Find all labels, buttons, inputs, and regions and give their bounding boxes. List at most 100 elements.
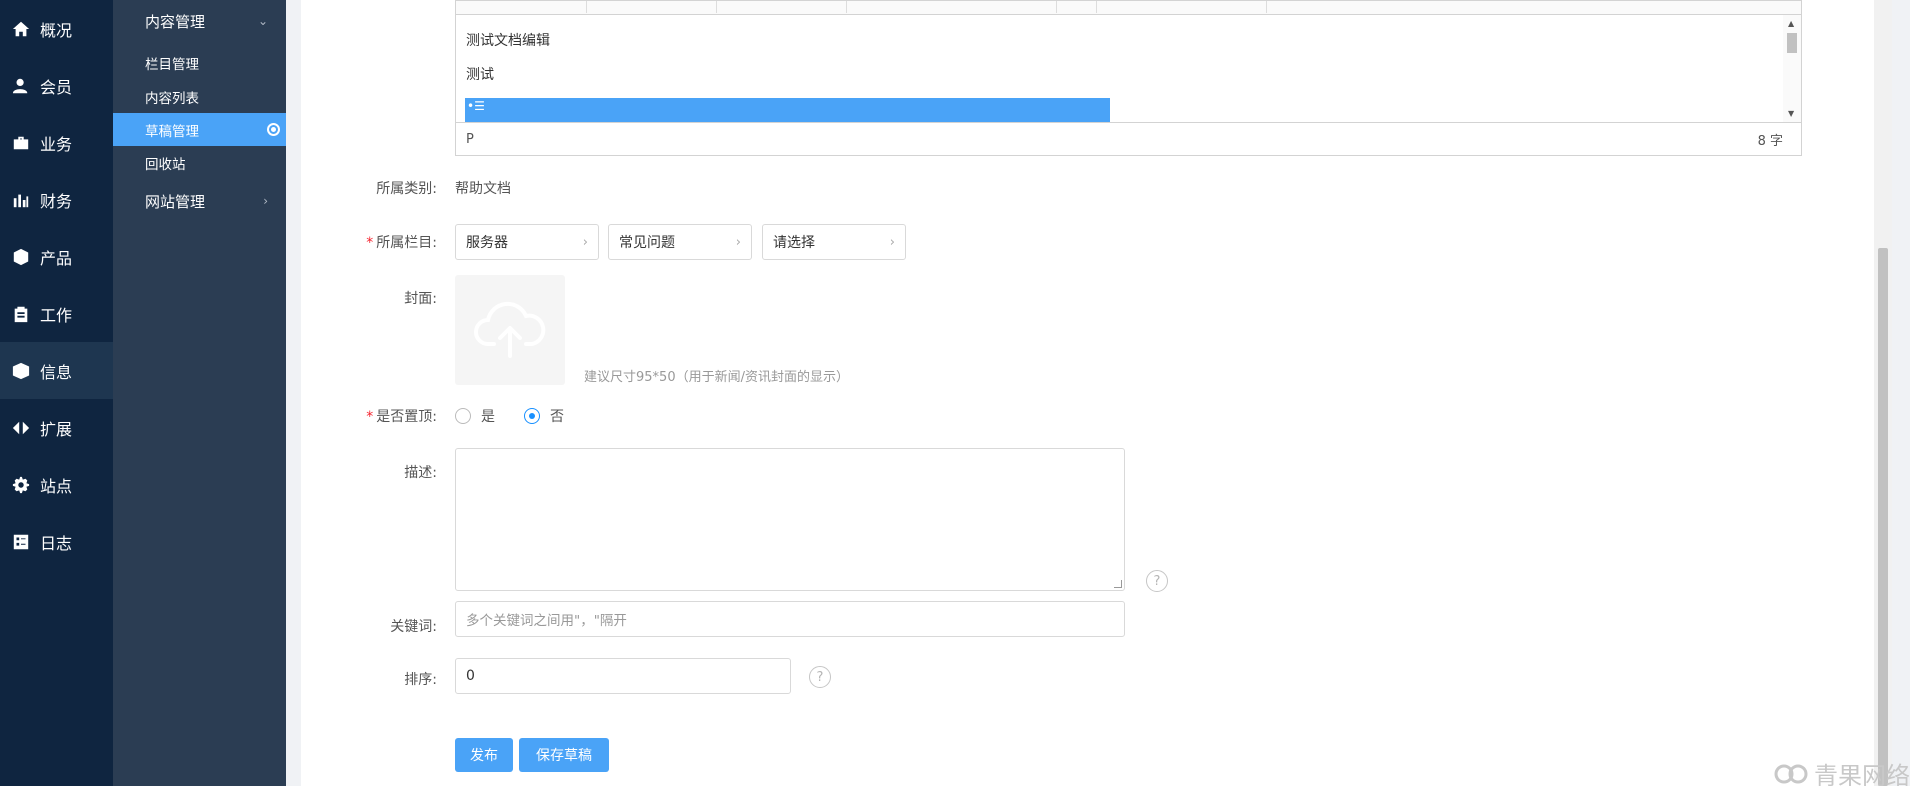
watermark: 青果网络 [1772, 756, 1910, 786]
nav-item-label: 回收站 [145, 156, 186, 173]
sort-help-icon[interactable]: ? [809, 666, 831, 688]
nav-item-label: 概况 [40, 20, 73, 40]
chevron-right-icon: › [582, 234, 588, 250]
column-select-2[interactable]: 常见问题 › [608, 224, 752, 260]
editor-selected-list[interactable]: •☰ [465, 98, 1110, 122]
nav-item-label: 草稿管理 [145, 123, 199, 140]
toolbar-divider [716, 1, 717, 13]
resize-grip-icon[interactable] [1114, 580, 1122, 588]
watermark-text: 青果网络 [1814, 762, 1910, 786]
clipboard-icon [12, 305, 30, 323]
radio-circle[interactable] [524, 408, 540, 424]
cloud-upload-icon [474, 301, 546, 358]
cover-label: 封面: [404, 291, 437, 307]
page-scrollbar-thumb[interactable] [1878, 248, 1888, 786]
nav-item-extensions[interactable]: 扩展 [0, 399, 113, 456]
chevron-right-icon: › [735, 234, 741, 250]
sort-input[interactable]: 0 [455, 658, 791, 694]
user-icon [12, 77, 30, 95]
nav-item-business[interactable]: 业务 [0, 114, 113, 171]
nav-item-label: 业务 [40, 134, 73, 154]
cover-upload[interactable] [455, 275, 565, 385]
sticky-label: * 是否置顶: [366, 409, 437, 425]
keywords-input[interactable]: 多个关键词之间用"，"隔开 [455, 601, 1125, 637]
scroll-down-arrow-icon[interactable]: ▼ [1788, 109, 1794, 118]
nav-item-label: 日志 [40, 533, 73, 553]
nav-item-label: 栏目管理 [145, 56, 199, 73]
required-asterisk: * [366, 409, 374, 425]
nav-item-drafts[interactable]: 草稿管理 [113, 113, 286, 146]
radio-circle[interactable] [455, 408, 471, 424]
description-label: 描述: [404, 465, 437, 481]
nav-item-label: 内容列表 [145, 90, 199, 107]
nav-item-site[interactable]: 站点 [0, 456, 113, 513]
nav-item-label: 财务 [40, 191, 73, 211]
nav-item-label: 产品 [40, 248, 73, 268]
nav-item-logs[interactable]: 日志 [0, 513, 113, 570]
toolbar-divider [1096, 1, 1097, 13]
nav-item-label: 信息 [40, 362, 73, 382]
checklist-icon [12, 533, 30, 551]
briefcase-icon [12, 134, 30, 152]
nav-item-label: 工作 [40, 305, 73, 325]
rich-text-editor[interactable]: 测试文档编辑 测试 •☰ ▲ ▼ P 8 字 [455, 0, 1802, 156]
nav-item-label: 站点 [40, 476, 73, 496]
gear-icon [12, 476, 30, 494]
chevron-down-icon: ⌄ [257, 14, 268, 28]
sticky-radio-no[interactable]: 否 [524, 406, 564, 426]
nav-item-column-manage[interactable]: 栏目管理 [113, 46, 286, 79]
active-dot-icon [267, 123, 280, 136]
nav-item-work[interactable]: 工作 [0, 285, 113, 342]
nav-item-label: 会员 [40, 77, 73, 97]
editor-statusbar: P 8 字 [456, 122, 1801, 156]
editor-content[interactable]: 测试文档编辑 测试 •☰ [456, 15, 1785, 122]
code-icon [12, 419, 30, 437]
nav-group-content[interactable]: 内容管理 ⌄ [113, 6, 286, 36]
toolbar-divider [1266, 1, 1267, 13]
category-value: 帮助文档 [455, 181, 511, 197]
toolbar-divider [1056, 1, 1057, 13]
description-textarea[interactable] [455, 448, 1125, 591]
editor-scrollbar-thumb[interactable] [1787, 33, 1797, 53]
list-icon: •☰ [467, 99, 485, 113]
nav-group-label: 内容管理 [145, 12, 206, 31]
keywords-label: 关键词: [390, 619, 437, 635]
bar-chart-icon [12, 191, 30, 209]
primary-sidebar: 概况 会员 业务 财务 产品 工作 信息 扩展 站点 日志 [0, 0, 113, 786]
column-select-1[interactable]: 服务器 › [455, 224, 599, 260]
chevron-right-icon: › [889, 234, 895, 250]
required-asterisk: * [366, 235, 374, 251]
nav-item-overview[interactable]: 概况 [0, 0, 113, 57]
save-draft-button[interactable]: 保存草稿 [519, 738, 609, 772]
watermark-logo-icon [1774, 764, 1808, 783]
page-scrollbar[interactable] [1874, 0, 1892, 786]
description-help-icon[interactable]: ? [1146, 570, 1168, 592]
editor-line: 测试 [466, 67, 494, 83]
category-label: 所属类别: [376, 181, 437, 197]
cover-hint: 建议尺寸95*50（用于新闻/资讯封面的显示） [584, 370, 849, 385]
sticky-radio-yes[interactable]: 是 [455, 406, 495, 426]
editor-line: 测试文档编辑 [466, 33, 550, 49]
nav-item-recycle-bin[interactable]: 回收站 [113, 146, 286, 179]
nav-item-products[interactable]: 产品 [0, 228, 113, 285]
publish-button[interactable]: 发布 [455, 738, 513, 772]
nav-item-content-list[interactable]: 内容列表 [113, 80, 286, 113]
cube-icon [12, 248, 30, 266]
home-icon [12, 20, 30, 38]
sort-label: 排序: [404, 672, 437, 688]
box-icon [12, 362, 30, 380]
editor-toolbar [456, 1, 1801, 15]
word-count: 8 字 [1757, 134, 1783, 149]
nav-item-info[interactable]: 信息 [0, 342, 113, 399]
toolbar-divider [586, 1, 587, 13]
nav-item-finance[interactable]: 财务 [0, 171, 113, 228]
nav-item-label: 扩展 [40, 419, 73, 439]
scroll-up-arrow-icon[interactable]: ▲ [1788, 19, 1794, 28]
nav-group-label: 网站管理 [145, 192, 206, 211]
toolbar-divider [846, 1, 847, 13]
nav-item-members[interactable]: 会员 [0, 57, 113, 114]
editor-scrollbar[interactable]: ▲ ▼ [1783, 15, 1801, 122]
column-label: * 所属栏目: [366, 235, 437, 251]
column-select-3[interactable]: 请选择 › [762, 224, 906, 260]
element-path: P [466, 132, 474, 147]
